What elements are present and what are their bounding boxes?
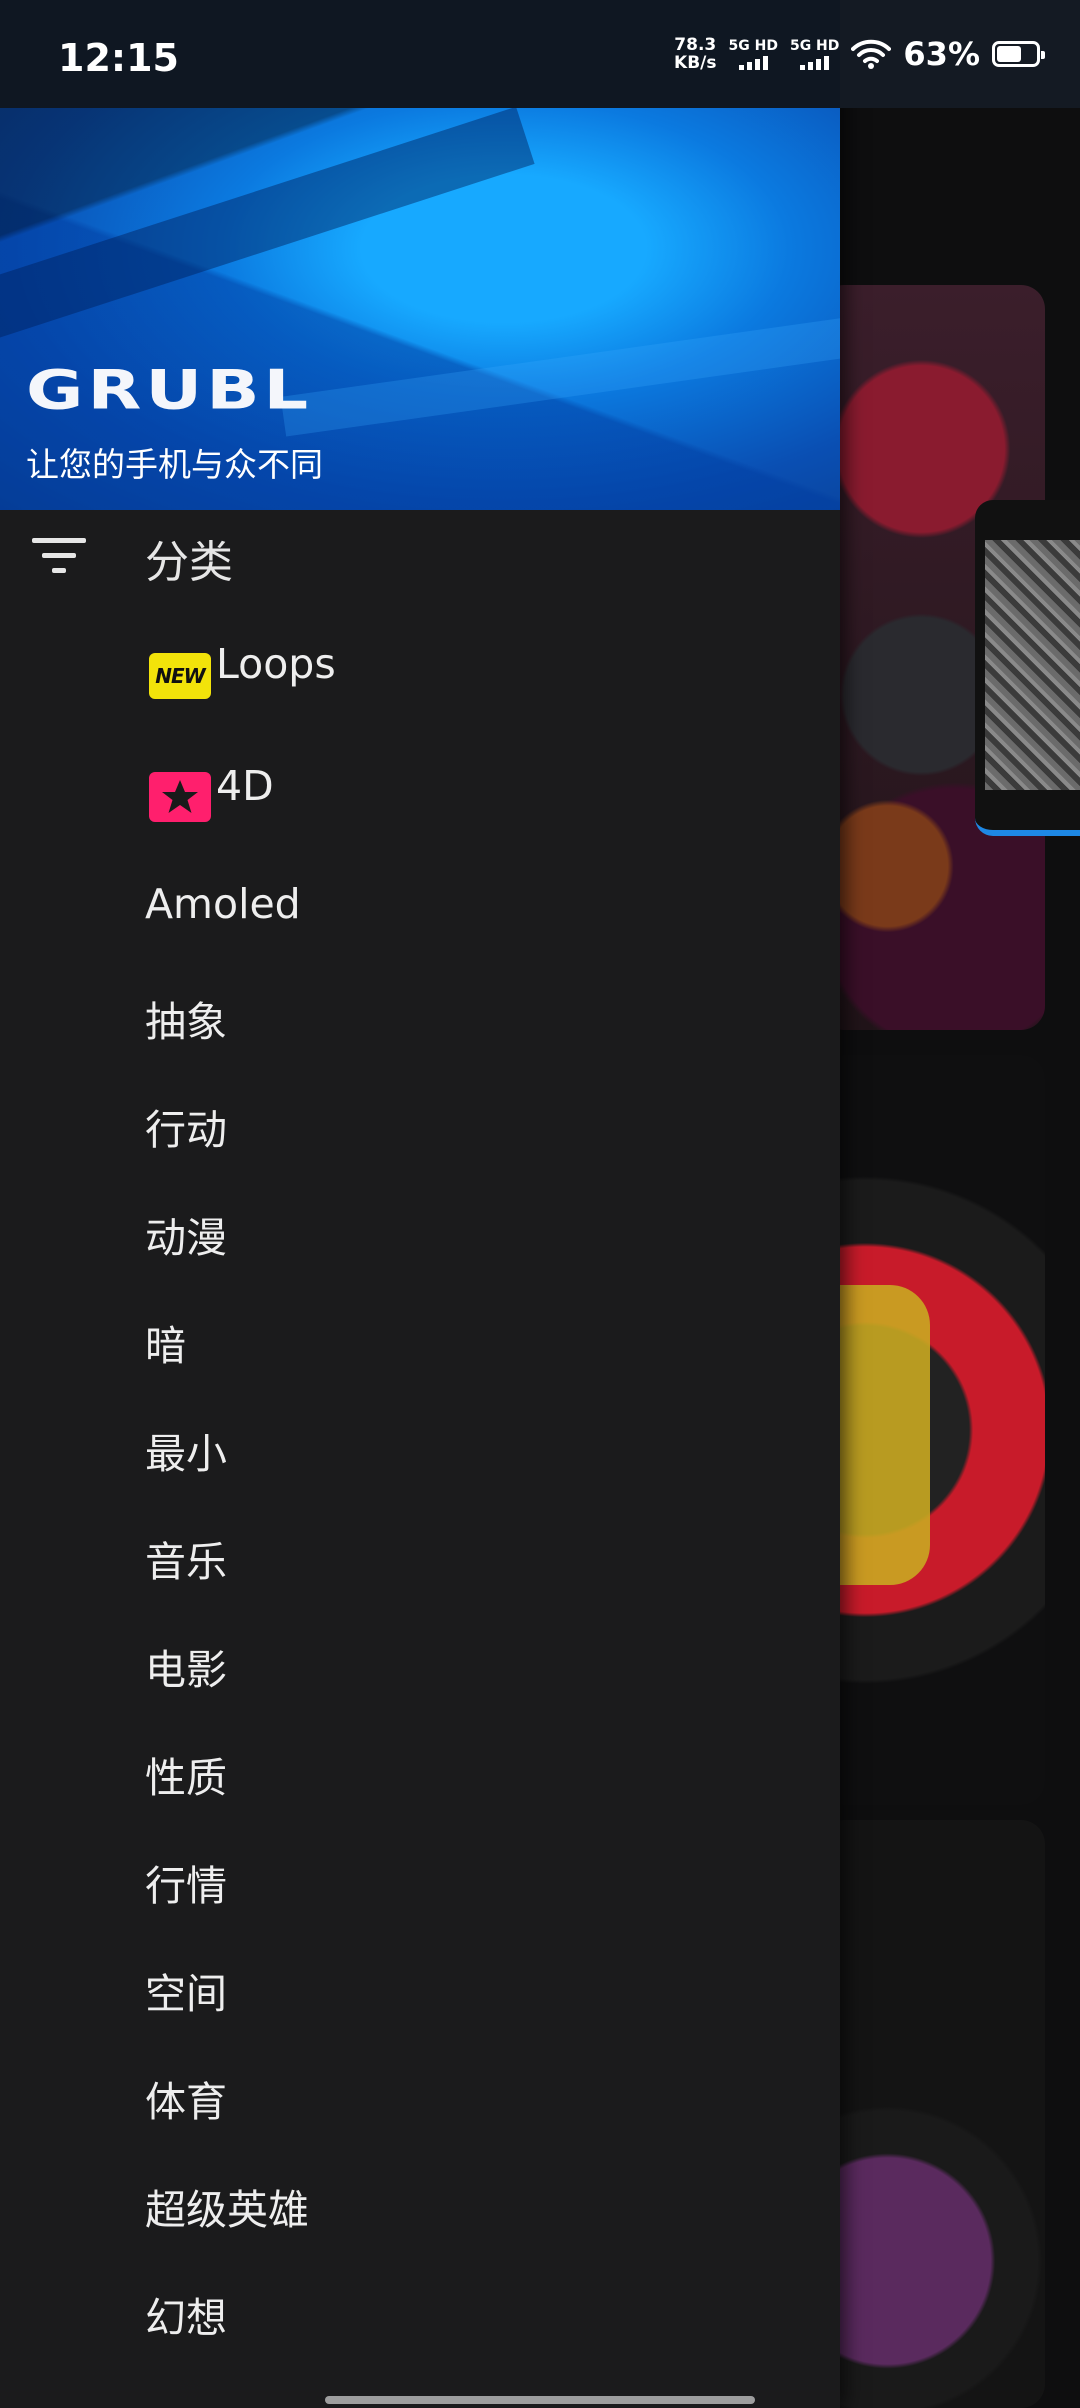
signal-icon: 5G HD [790,38,839,70]
category-item-anime[interactable]: 动漫 [0,1184,840,1274]
new-badge-icon: NEW [149,653,211,699]
wallpaper-thumbnail[interactable] [975,500,1080,836]
status-bar: 12:15 78.3 KB/s 5G HD 5G HD 63% [0,0,1080,108]
category-label: 动漫 [145,1214,227,1262]
app-logo: GRUBL [26,358,313,422]
category-label: 电影 [145,1646,227,1694]
category-item-mood[interactable]: 行情 [0,1832,840,1922]
wallpaper-card[interactable] [820,1055,1045,1805]
category-label: 体育 [145,2078,227,2126]
category-label: 抽象 [145,998,227,1046]
signal-icon: 5G HD [729,38,778,70]
category-item-movies[interactable]: 电影 [0,1616,840,1706]
category-label: 超级英雄 [145,2186,309,2234]
filter-icon [32,538,86,573]
battery-icon [992,41,1045,67]
categories-title: 分类 [145,537,233,588]
category-item-superheroes[interactable]: 超级英雄 [0,2156,840,2246]
battery-percent: 63% [903,35,980,73]
drawer-header: GRUBL 让您的手机与众不同 [0,108,840,510]
home-indicator[interactable] [325,2396,755,2404]
category-item-nature[interactable]: 性质 [0,1724,840,1814]
category-label: 最小 [145,1430,227,1478]
category-item-fantasy[interactable]: 幻想 [0,2264,840,2354]
network-speed: 78.3 KB/s [674,35,717,73]
wifi-icon [851,39,892,69]
category-item-4d[interactable]: 4D [0,742,840,832]
category-item-music[interactable]: 音乐 [0,1508,840,1598]
category-label: 4D [216,762,274,810]
category-item-amoled[interactable]: Amoled [0,860,840,950]
category-item-action[interactable]: 行动 [0,1076,840,1166]
category-label: Loops [216,640,336,688]
category-label: 性质 [145,1754,227,1802]
star-badge-icon [149,772,211,822]
category-label: 暗 [145,1322,186,1370]
category-label: 行情 [145,1862,227,1910]
category-label: 幻想 [145,2294,227,2342]
category-item-loops[interactable]: NEW Loops [0,620,840,710]
category-item-dark[interactable]: 暗 [0,1292,840,1382]
status-time: 12:15 [58,36,179,80]
category-item-space[interactable]: 空间 [0,1940,840,2030]
wallpaper-card[interactable] [820,1820,1045,2408]
app-tagline: 让您的手机与众不同 [26,445,323,484]
category-item-abstract[interactable]: 抽象 [0,968,840,1058]
category-label: 空间 [145,1970,227,2018]
category-label: 行动 [145,1106,227,1154]
category-label: 音乐 [145,1538,227,1586]
navigation-drawer: GRUBL 让您的手机与众不同 分类 NEW Loops 4D Amoled 抽… [0,0,840,2408]
category-item-sports[interactable]: 体育 [0,2048,840,2138]
category-item-minimal[interactable]: 最小 [0,1400,840,1490]
category-label: Amoled [145,880,301,928]
